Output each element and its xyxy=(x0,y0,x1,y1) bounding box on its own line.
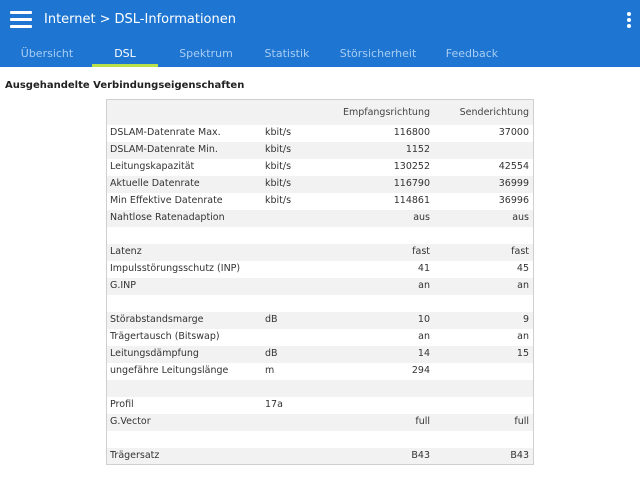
tab-uebersicht[interactable]: Übersicht xyxy=(12,44,82,67)
row-unit: dB xyxy=(265,314,278,325)
row-value-empfang: 10 xyxy=(417,314,430,325)
row-label: Leitungskapazität xyxy=(110,161,195,172)
row-value-empfang: 116790 xyxy=(393,178,430,189)
table-row: Impulsstörungsschutz (INP) 41 45 xyxy=(107,261,533,278)
row-value-empfang: full xyxy=(415,416,430,427)
table-row: Aktuelle Datenrate kbit/s 116790 36999 xyxy=(107,176,533,193)
tab-stoersicherheit[interactable]: Störsicherheit xyxy=(336,44,420,67)
row-label: Nahtlose Ratenadaption xyxy=(110,212,225,223)
table-row: Nahtlose Ratenadaption aus aus xyxy=(107,210,533,227)
row-unit: kbit/s xyxy=(265,161,292,172)
row-label: Trägertausch (Bitswap) xyxy=(110,331,220,342)
page-title: DSL-Informationen xyxy=(114,12,236,27)
row-value-sende: fast xyxy=(511,246,529,257)
row-label: G.INP xyxy=(110,280,137,291)
row-unit: m xyxy=(265,365,275,376)
column-header-empfang: Empfangsrichtung xyxy=(342,107,430,118)
row-unit: kbit/s xyxy=(265,195,292,206)
table-row: Latenz fast fast xyxy=(107,244,533,261)
table-row: Leitungskapazität kbit/s 130252 42554 xyxy=(107,159,533,176)
row-label: Profil xyxy=(110,399,134,410)
row-value-sende: 36996 xyxy=(498,195,529,206)
table-row: Störabstandsmarge dB 10 9 xyxy=(107,312,533,329)
row-unit: dB xyxy=(265,348,278,359)
menu-icon[interactable] xyxy=(10,11,32,29)
column-header-sende: Senderichtung xyxy=(459,107,529,118)
row-label: Leitungsdämpfung xyxy=(110,348,199,359)
row-value-empfang: 130252 xyxy=(393,161,430,172)
row-value-empfang: 294 xyxy=(411,365,430,376)
row-value-empfang: fast xyxy=(412,246,430,257)
row-value-sende: aus xyxy=(512,212,529,223)
row-label: Störabstandsmarge xyxy=(110,314,204,325)
row-value-empfang: aus xyxy=(413,212,430,223)
row-value-empfang: an xyxy=(418,280,430,291)
table-row: ungefähre Leitungslänge m 294 xyxy=(107,363,533,380)
row-value-sende: full xyxy=(514,416,529,427)
row-value-empfang: B43 xyxy=(411,450,430,461)
row-label: Trägersatz xyxy=(110,450,160,461)
tab-feedback[interactable]: Feedback xyxy=(440,44,504,67)
section-title: Ausgehandelte Verbindungseigenschaften xyxy=(5,80,245,91)
row-label: Impulsstörungsschutz (INP) xyxy=(110,263,241,274)
row-label: ungefähre Leitungslänge xyxy=(110,365,229,376)
table-row xyxy=(107,431,533,448)
more-options-icon[interactable] xyxy=(626,12,632,28)
row-value-empfang: 41 xyxy=(417,263,430,274)
row-value-sende: an xyxy=(517,331,529,342)
row-value-sende: 36999 xyxy=(498,178,529,189)
table-row: Min Effektive Datenrate kbit/s 114861 36996 xyxy=(107,193,533,210)
row-label: Latenz xyxy=(110,246,142,257)
connection-properties-table: Empfangsrichtung Senderichtung DSLAM-Dat… xyxy=(106,99,534,465)
row-label: Aktuelle Datenrate xyxy=(110,178,200,189)
tab-dsl[interactable]: DSL xyxy=(92,44,158,67)
row-unit: kbit/s xyxy=(265,178,292,189)
top-bar: Internet > DSL-Informationen Übersicht DSL… xyxy=(0,0,640,67)
table-row: G.INP an an xyxy=(107,278,533,295)
table-row: Trägersatz B43 B43 xyxy=(107,448,533,465)
row-value-empfang: 1152 xyxy=(405,144,430,155)
row-value-sende: 42554 xyxy=(498,161,529,172)
tab-bar: Übersicht DSL Spektrum Statistik Störsic… xyxy=(0,44,640,67)
row-unit: kbit/s xyxy=(265,144,292,155)
tab-spektrum[interactable]: Spektrum xyxy=(172,44,240,67)
row-value-sende: 45 xyxy=(516,263,529,274)
row-value-sende: 15 xyxy=(516,348,529,359)
breadcrumb: Internet > DSL-Informationen xyxy=(44,12,236,27)
table-row xyxy=(107,295,533,312)
row-label: DSLAM-Datenrate Max. xyxy=(110,127,221,138)
row-value-sende: 9 xyxy=(522,314,529,325)
breadcrumb-separator-icon: > xyxy=(99,12,111,27)
row-value-sende: an xyxy=(517,280,529,291)
row-value-empfang: 116800 xyxy=(393,127,430,138)
table-row: Profil 17a xyxy=(107,397,533,414)
table-row: DSLAM-Datenrate Max. kbit/s 116800 37000 xyxy=(107,125,533,142)
table-header: Empfangsrichtung Senderichtung xyxy=(107,100,533,125)
table-row: DSLAM-Datenrate Min. kbit/s 1152 xyxy=(107,142,533,159)
row-value-empfang: 114861 xyxy=(393,195,430,206)
row-unit: kbit/s xyxy=(265,127,292,138)
row-label: Min Effektive Datenrate xyxy=(110,195,223,206)
breadcrumb-parent[interactable]: Internet xyxy=(44,12,96,27)
row-label: DSLAM-Datenrate Min. xyxy=(110,144,218,155)
tab-statistik[interactable]: Statistik xyxy=(256,44,318,67)
row-unit: 17a xyxy=(265,399,283,410)
table-row: G.Vector full full xyxy=(107,414,533,431)
row-value-sende: 37000 xyxy=(498,127,529,138)
table-row xyxy=(107,227,533,244)
row-value-empfang: 14 xyxy=(417,348,430,359)
table-row: Leitungsdämpfung dB 14 15 xyxy=(107,346,533,363)
table-row xyxy=(107,380,533,397)
row-value-empfang: an xyxy=(418,331,430,342)
row-label: G.Vector xyxy=(110,416,151,427)
table-row: Trägertausch (Bitswap) an an xyxy=(107,329,533,346)
row-value-sende: B43 xyxy=(510,450,529,461)
